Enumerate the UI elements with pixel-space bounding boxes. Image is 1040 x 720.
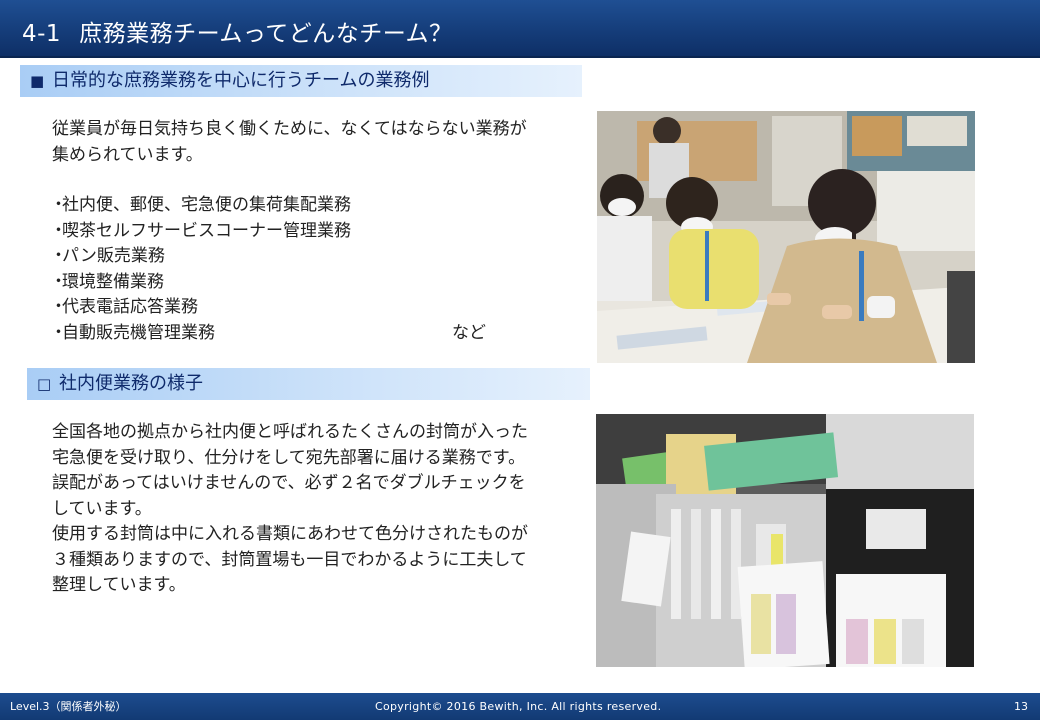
intro-text: 従業員が毎日気持ち良く働くために、なくてはならない業務が 集められています。 [52,117,572,168]
intro-line: 従業員が毎日気持ち良く働くために、なくてはならない業務が [52,119,527,139]
list-item: ・パン販売業務 [50,244,530,270]
bullet: ・ [50,220,67,241]
text-line: 誤配があってはいけませんので、必ず２名でダブルチェックを [52,473,526,493]
intro-line: 集められています。 [52,144,203,165]
bullet: ・ [50,322,67,343]
list-item-text: 代表電話応答業務 [62,297,198,317]
envelope-bins-illustration [596,414,974,667]
office-workers-illustration [597,111,975,363]
bullet: ・ [50,195,67,215]
list-item-text: 社内便、郵便、宅急便の集荷集配業務 [62,195,351,215]
title-bar: 4-1 庶務業務チームってどんなチーム？ [0,0,1040,58]
title-text: 庶務業務チームってどんなチーム？ [79,21,453,47]
footer: Level.3（関係者外秘） Copyright© 2016 Bewith, I… [0,693,1040,720]
list-item: ・環境整備業務 [50,270,530,296]
list-item-text: 喫茶セルフサービスコーナー管理業務 [62,220,351,241]
list-item: ・喫茶セルフサービスコーナー管理業務 [50,219,530,245]
page-number: 13 [1014,700,1028,713]
section-heading-internal-mail: □ 社内便業務の様子 [27,368,590,400]
etc-label: など [452,323,486,343]
text-line: 整理しています。 [52,575,186,595]
text-line: 宅急便を受け取り、仕分けをして宛先部署に届ける業務です。 [52,447,526,468]
square-outline-icon: □ [37,375,52,393]
square-filled-icon: ■ [30,72,45,90]
text-line: 使用する封筒は中に入れる書類にあわせて色分けされたものが [52,524,528,544]
page-title: 4-1 庶務業務チームってどんなチーム？ [22,14,453,48]
office-workers-photo [597,111,975,363]
bullet: ・ [50,271,67,292]
copyright-text: Copyright© 2016 Bewith, Inc. All rights … [375,700,662,713]
list-item: ・社内便、郵便、宅急便の集荷集配業務 [50,193,530,219]
bullet: ・ [50,246,67,266]
section-heading-duties: ■ 日常的な庶務業務を中心に行うチームの業務例 [20,65,582,97]
list-item-text: 環境整備業務 [62,271,164,292]
text-line: しています。 [52,498,152,519]
section-number: 4-1 [22,21,62,47]
list-item: ・代表電話応答業務 [50,295,530,321]
bullet: ・ [50,297,67,317]
mail-sorting-photo [596,414,974,667]
list-item-text: パン販売業務 [62,246,165,266]
internal-mail-description: 全国各地の拠点から社内便と呼ばれるたくさんの封筒が入った 宅急便を受け取り、仕分… [52,420,582,599]
text-line: 全国各地の拠点から社内便と呼ばれるたくさんの封筒が入った [52,422,528,442]
text-line: ３種類ありますので、封筒置場も一目でわかるように工夫して [52,549,527,570]
list-item-text: 自動販売機管理業務 [62,322,215,343]
confidentiality-label: Level.3（関係者外秘） [10,700,127,713]
section-heading-text: 日常的な庶務業務を中心に行うチームの業務例 [52,70,430,91]
section-heading-text: 社内便業務の様子 [59,373,203,394]
